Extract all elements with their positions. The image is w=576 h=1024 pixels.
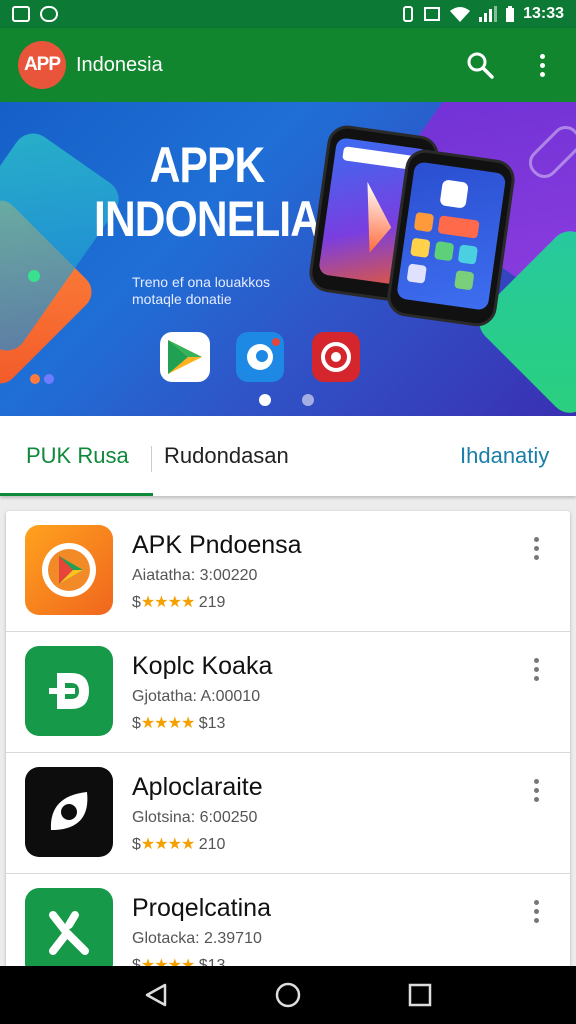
- tab-ihdanatiy[interactable]: Ihdanatiy: [460, 416, 549, 496]
- back-button[interactable]: [136, 975, 176, 1015]
- app-list: APK Pndoensa Aiatatha: 3:00220 $★★★★ 219…: [6, 511, 570, 971]
- search-icon: [467, 52, 494, 79]
- cast-icon: [424, 7, 441, 21]
- tab-rudondasan[interactable]: Rudondasan: [164, 416, 289, 496]
- tab-label: Ihdanatiy: [460, 443, 550, 468]
- play-store-icon: [25, 525, 113, 615]
- app-name: Koplc Koaka: [132, 652, 273, 680]
- rating-value: 219: [198, 594, 226, 611]
- app-logo: APP: [18, 41, 66, 89]
- decor-dot: [28, 270, 40, 282]
- banner-subtitle-line: motaqle donatie: [132, 291, 232, 307]
- home-button[interactable]: [268, 975, 308, 1015]
- tab-divider: [151, 446, 152, 472]
- rating-value: 210: [198, 836, 226, 853]
- promo-banner[interactable]: APPK INDONELIA Treno ef ona louakkos mot…: [0, 102, 576, 416]
- star-icon: ★★★★: [140, 836, 195, 853]
- banner-subtitle: Treno ef ona louakkos motaqle donatie: [132, 274, 270, 308]
- more-vert-icon: [539, 53, 545, 77]
- carousel-dot[interactable]: [302, 394, 314, 406]
- tab-label: PUK Rusa: [26, 443, 129, 468]
- overflow-menu-button[interactable]: [522, 45, 562, 85]
- signal-icon: [479, 6, 498, 22]
- status-time: 13:33: [523, 5, 564, 22]
- app-name: Proqelcatina: [132, 894, 271, 922]
- leaf-icon: [25, 767, 113, 857]
- system-nav-bar: [0, 966, 576, 1024]
- rating-prefix: $: [132, 836, 141, 853]
- search-button[interactable]: [460, 45, 500, 85]
- item-overflow-button[interactable]: [526, 658, 546, 688]
- image-notification-icon: [12, 6, 30, 22]
- rating-prefix: $: [132, 715, 141, 732]
- list-item[interactable]: APK Pndoensa Aiatatha: 3:00220 $★★★★ 219: [6, 511, 570, 632]
- banner-title-line: APPK: [149, 137, 266, 193]
- rating-prefix: $: [132, 594, 141, 611]
- decor-dot: [30, 374, 40, 384]
- rating-value: $13: [198, 715, 226, 732]
- banner-title: APPK INDONELIA: [94, 137, 321, 247]
- tab-label: Rudondasan: [164, 443, 289, 468]
- list-item[interactable]: Proqelcatina Glotacka: 2.39710 $★★★★ $13: [6, 874, 570, 971]
- home-icon: [275, 982, 301, 1008]
- banner-title-line: INDONELIA: [94, 191, 321, 247]
- back-icon: [145, 983, 167, 1007]
- messenger-icon: [236, 332, 284, 382]
- app-developer: Gjotatha: A:00010: [132, 688, 261, 705]
- app-title: Indonesia: [76, 53, 163, 76]
- carousel-dot-active[interactable]: [259, 394, 271, 406]
- app-rating: $★★★★ 210: [132, 834, 225, 854]
- wifi-icon: [450, 7, 471, 22]
- item-overflow-button[interactable]: [526, 537, 546, 567]
- x-letter-icon: [25, 888, 113, 971]
- star-icon: ★★★★: [140, 715, 195, 732]
- vibrate-icon: [403, 6, 414, 22]
- play-store-icon: [160, 332, 210, 382]
- category-tabs: PUK Rusa Rudondasan Ihdanatiy: [0, 416, 576, 496]
- recents-icon: [408, 983, 432, 1007]
- app-developer: Glotacka: 2.39710: [132, 930, 262, 947]
- star-icon: ★★★★: [140, 594, 195, 611]
- d-letter-icon: [25, 646, 113, 736]
- app-name: Aploclaraite: [132, 773, 263, 801]
- app-name: APK Pndoensa: [132, 531, 302, 559]
- message-notification-icon: [40, 6, 58, 22]
- phone-illustration: [384, 147, 518, 329]
- item-overflow-button[interactable]: [526, 779, 546, 809]
- decor-dot: [44, 374, 54, 384]
- camera-app-icon: [312, 332, 360, 382]
- app-developer: Aiatatha: 3:00220: [132, 567, 258, 584]
- app-developer: Glotsina: 6:00250: [132, 809, 258, 826]
- banner-subtitle-line: Treno ef ona louakkos: [132, 274, 271, 290]
- list-item[interactable]: Koplc Koaka Gjotatha: A:00010 $★★★★ $13: [6, 632, 570, 753]
- recents-button[interactable]: [400, 975, 440, 1015]
- list-item[interactable]: Aploclaraite Glotsina: 6:00250 $★★★★ 210: [6, 753, 570, 874]
- app-bar: APP Indonesia: [0, 28, 576, 102]
- app-rating: $★★★★ $13: [132, 713, 225, 733]
- battery-icon: [506, 6, 515, 22]
- tab-puk-rusa[interactable]: PUK Rusa: [0, 416, 153, 496]
- item-overflow-button[interactable]: [526, 900, 546, 930]
- status-bar: 13:33: [0, 0, 576, 28]
- app-rating: $★★★★ 219: [132, 592, 225, 612]
